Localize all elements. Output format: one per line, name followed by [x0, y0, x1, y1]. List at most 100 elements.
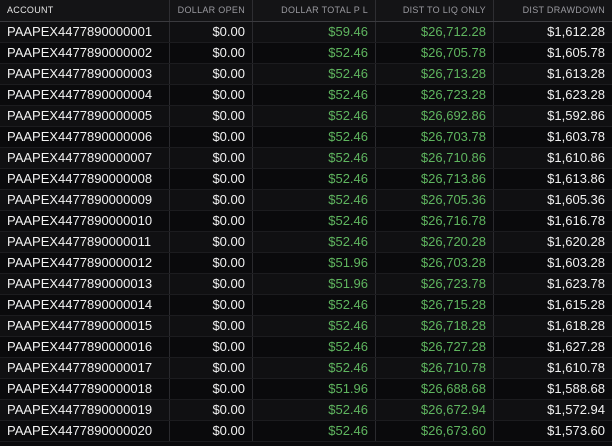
cell-dist-to-liq-only: $26,712.28 [376, 22, 494, 42]
cell-dist-drawdown: $1,616.78 [547, 213, 605, 228]
table-row[interactable]: PAAPEX4477890000018 $0.00 $51.96 $26,688.68… [0, 379, 612, 400]
cell-dist-to-liq-only: $26,723.78 [376, 274, 494, 294]
table-row[interactable]: PAAPEX4477890000006 $0.00 $52.46 $26,703.78… [0, 127, 612, 148]
cell-account: PAAPEX4477890000019 [0, 400, 170, 420]
cell-account: PAAPEX4477890000006 [0, 127, 170, 147]
cell-dollar-open: $0.00 [170, 295, 253, 315]
table-row[interactable]: PAAPEX4477890000019 $0.00 $52.46 $26,672.94… [0, 400, 612, 421]
cell-dollar-total-pl: $51.96 [253, 379, 376, 399]
cell-dollar-total-pl: $52.46 [253, 64, 376, 84]
cell-account: PAAPEX4477890000011 [0, 232, 170, 252]
table-row[interactable]: PAAPEX4477890000003 $0.00 $52.46 $26,713.28… [0, 64, 612, 85]
cell-dist-to-liq-only: $26,715.28 [376, 295, 494, 315]
cell-dist-drawdown: $1,615.28 [547, 297, 605, 312]
cell-dollar-total-pl: $52.46 [253, 169, 376, 189]
cell-dollar-total-pl: $59.46 [253, 22, 376, 42]
cell-dollar-open: $0.00 [170, 253, 253, 273]
cell-account: PAAPEX4477890000012 [0, 253, 170, 273]
cell-dist-drawdown: $1,618.28 [547, 318, 605, 333]
cell-dist-drawdown: $1,572.94 [547, 402, 605, 417]
table-row[interactable]: PAAPEX4477890000020 $0.00 $52.46 $26,673.60… [0, 421, 612, 442]
cell-dollar-total-pl: $52.46 [253, 232, 376, 252]
table-row[interactable]: PAAPEX4477890000011 $0.00 $52.46 $26,720.28… [0, 232, 612, 253]
table-row[interactable]: PAAPEX4477890000001 $0.00 $59.46 $26,712.28… [0, 22, 612, 43]
cell-dist-to-liq-only: $26,713.86 [376, 169, 494, 189]
cell-dist-to-liq-only: $26,727.28 [376, 337, 494, 357]
cell-dist-drawdown: $1,592.86 [547, 108, 605, 123]
grid-header: ACCOUNT DOLLAR OPEN DOLLAR TOTAL P L DIS… [0, 0, 612, 22]
table-row[interactable]: PAAPEX4477890000010 $0.00 $52.46 $26,716.78… [0, 211, 612, 232]
table-row[interactable]: PAAPEX4477890000002 $0.00 $52.46 $26,705.78… [0, 43, 612, 64]
cell-dollar-open: $0.00 [170, 358, 253, 378]
cell-dollar-total-pl: $52.46 [253, 211, 376, 231]
cell-dollar-total-pl: $52.46 [253, 316, 376, 336]
column-header-dollar-open[interactable]: DOLLAR OPEN [170, 0, 253, 21]
cell-dist-drawdown: $1,605.36 [547, 192, 605, 207]
cell-account: PAAPEX4477890000014 [0, 295, 170, 315]
table-row[interactable]: PAAPEX4477890000015 $0.00 $52.46 $26,718.28… [0, 316, 612, 337]
cell-dist-to-liq-only: $26,718.28 [376, 316, 494, 336]
cell-account: PAAPEX4477890000008 [0, 169, 170, 189]
cell-dollar-open: $0.00 [170, 43, 253, 63]
table-row[interactable]: PAAPEX4477890000008 $0.00 $52.46 $26,713.86… [0, 169, 612, 190]
cell-account: PAAPEX4477890000017 [0, 358, 170, 378]
cell-dollar-total-pl: $52.46 [253, 127, 376, 147]
cell-dist-to-liq-only: $26,720.28 [376, 232, 494, 252]
cell-account: PAAPEX4477890000003 [0, 64, 170, 84]
table-row[interactable]: PAAPEX4477890000013 $0.00 $51.96 $26,723.78… [0, 274, 612, 295]
cell-dollar-open: $0.00 [170, 190, 253, 210]
cell-dist-to-liq-only: $26,692.86 [376, 106, 494, 126]
cell-dollar-total-pl: $52.46 [253, 106, 376, 126]
cell-dist-to-liq-only: $26,672.94 [376, 400, 494, 420]
cell-dist-drawdown: $1,603.28 [547, 255, 605, 270]
cell-dollar-open: $0.00 [170, 22, 253, 42]
cell-dollar-total-pl: $52.46 [253, 400, 376, 420]
cell-dollar-open: $0.00 [170, 211, 253, 231]
table-row[interactable]: PAAPEX4477890000007 $0.00 $52.46 $26,710.86… [0, 148, 612, 169]
table-row[interactable]: PAAPEX4477890000014 $0.00 $52.46 $26,715.28… [0, 295, 612, 316]
cell-dollar-open: $0.00 [170, 64, 253, 84]
cell-dist-drawdown: $1,627.28 [547, 339, 605, 354]
cell-dist-drawdown: $1,588.68 [547, 381, 605, 396]
table-row[interactable]: PAAPEX4477890000004 $0.00 $52.46 $26,723.28… [0, 85, 612, 106]
cell-dist-to-liq-only: $26,723.28 [376, 85, 494, 105]
cell-dollar-total-pl: $52.46 [253, 421, 376, 441]
cell-account: PAAPEX4477890000015 [0, 316, 170, 336]
column-header-dist-to-liq-only[interactable]: DIST TO LIQ ONLY [376, 0, 494, 21]
cell-dollar-total-pl: $52.46 [253, 148, 376, 168]
cell-account: PAAPEX4477890000018 [0, 379, 170, 399]
column-header-dist-drawdown[interactable]: DIST DRAWDOWN [494, 0, 612, 21]
cell-account: PAAPEX4477890000016 [0, 337, 170, 357]
table-row[interactable]: PAAPEX4477890000012 $0.00 $51.96 $26,703.28… [0, 253, 612, 274]
table-row[interactable]: PAAPEX4477890000005 $0.00 $52.46 $26,692.86… [0, 106, 612, 127]
cell-account: PAAPEX4477890000009 [0, 190, 170, 210]
cell-account: PAAPEX4477890000004 [0, 85, 170, 105]
cell-account: PAAPEX4477890000020 [0, 421, 170, 441]
cell-dollar-open: $0.00 [170, 148, 253, 168]
cell-dist-to-liq-only: $26,703.28 [376, 253, 494, 273]
cell-account: PAAPEX4477890000007 [0, 148, 170, 168]
cell-dollar-total-pl: $51.96 [253, 274, 376, 294]
table-row[interactable]: PAAPEX4477890000017 $0.00 $52.46 $26,710.78… [0, 358, 612, 379]
cell-dist-drawdown: $1,623.78 [547, 276, 605, 291]
cell-dollar-open: $0.00 [170, 232, 253, 252]
cell-dollar-total-pl: $52.46 [253, 85, 376, 105]
cell-dollar-total-pl: $52.46 [253, 337, 376, 357]
cell-dist-drawdown: $1,613.86 [547, 171, 605, 186]
table-row[interactable]: PAAPEX4477890000016 $0.00 $52.46 $26,727.28… [0, 337, 612, 358]
cell-dollar-open: $0.00 [170, 106, 253, 126]
cell-dollar-total-pl: $52.46 [253, 358, 376, 378]
cell-dollar-open: $0.00 [170, 85, 253, 105]
table-row[interactable]: PAAPEX4477890000009 $0.00 $52.46 $26,705.36… [0, 190, 612, 211]
cell-dist-to-liq-only: $26,710.78 [376, 358, 494, 378]
cell-dollar-open: $0.00 [170, 421, 253, 441]
cell-dollar-open: $0.00 [170, 127, 253, 147]
grid-body: PAAPEX4477890000001 $0.00 $59.46 $26,712.28… [0, 22, 612, 442]
cell-dollar-total-pl: $52.46 [253, 43, 376, 63]
column-header-account[interactable]: ACCOUNT [0, 0, 170, 21]
cell-dist-to-liq-only: $26,705.36 [376, 190, 494, 210]
cell-dollar-open: $0.00 [170, 337, 253, 357]
cell-dist-drawdown: $1,623.28 [547, 87, 605, 102]
column-header-dollar-total-pl[interactable]: DOLLAR TOTAL P L [253, 0, 376, 21]
cell-dollar-open: $0.00 [170, 169, 253, 189]
